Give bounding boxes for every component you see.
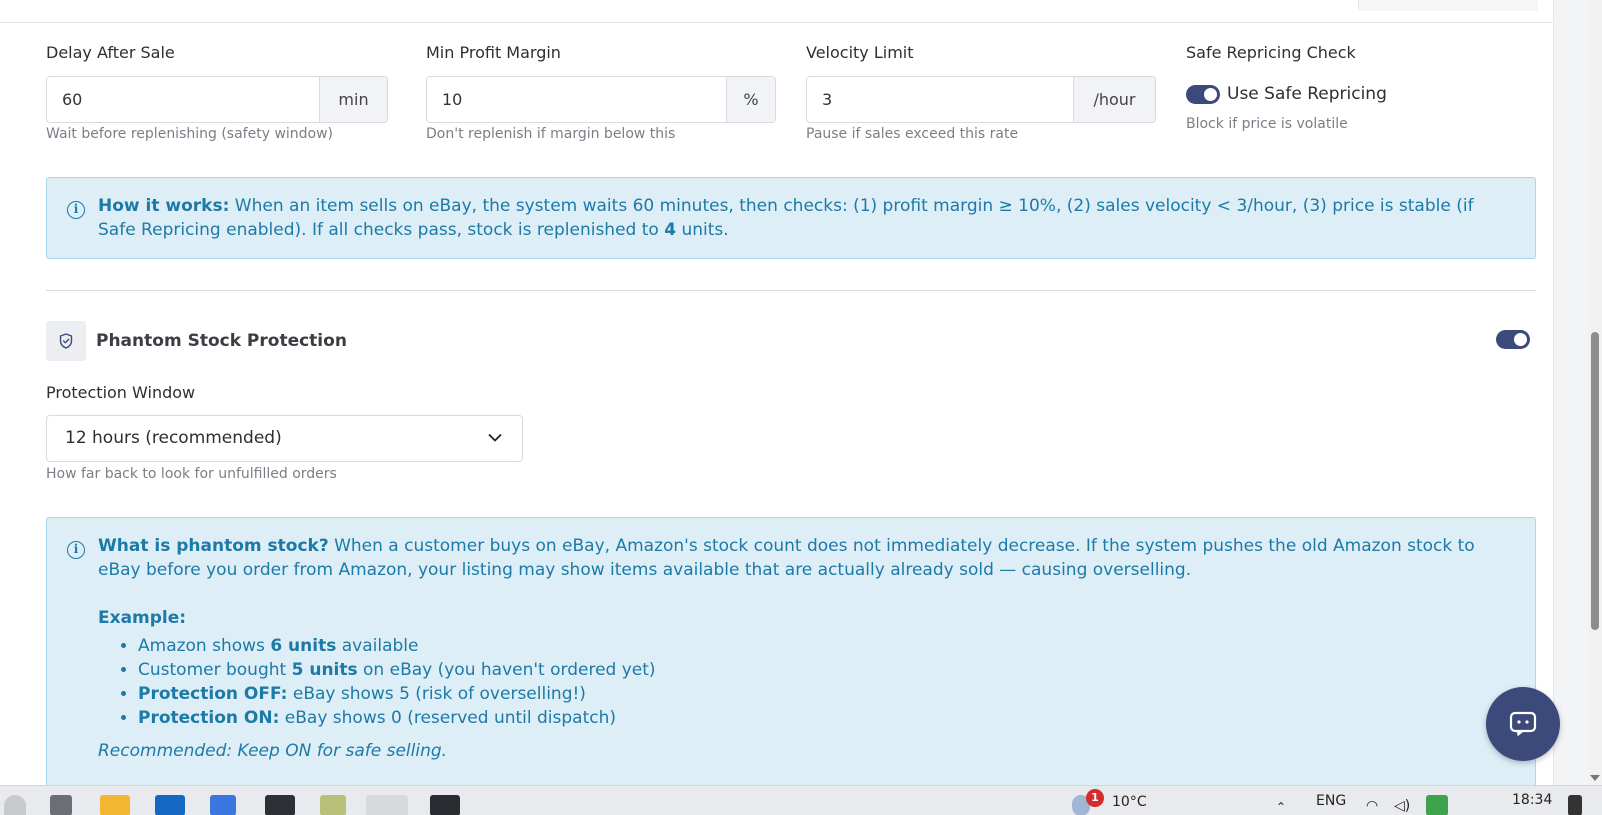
phantom-stock-title: Phantom Stock Protection	[96, 331, 347, 351]
velocity-limit-label: Velocity Limit	[806, 43, 914, 62]
example-item: Protection OFF: eBay shows 5 (risk of ov…	[138, 682, 1505, 706]
example-item-bold: 6 units	[270, 636, 337, 656]
example-list: Amazon shows 6 units available Customer …	[138, 634, 1505, 730]
example-item-pre: Customer bought	[138, 660, 292, 680]
margin-input-group: 10 %	[426, 76, 776, 123]
phantom-info-paragraph: What is phantom stock? When a customer b…	[98, 534, 1505, 582]
delay-help: Wait before replenishing (safety window)	[46, 126, 334, 142]
card-top-divider	[0, 0, 1553, 23]
clock-time[interactable]: 18:34	[1512, 792, 1552, 808]
file-explorer-icon[interactable]	[100, 795, 130, 815]
example-item: Amazon shows 6 units available	[138, 634, 1505, 658]
vscode-icon[interactable]	[210, 795, 236, 815]
how-it-works-text: How it works: When an item sells on eBay…	[98, 194, 1505, 242]
phantom-stock-info-alert: i What is phantom stock? When a customer…	[46, 517, 1536, 785]
how-it-works-body-b: units.	[676, 220, 729, 240]
delay-after-sale-label: Delay After Sale	[46, 43, 175, 62]
how-it-works-body-a: When an item sells on eBay, the system w…	[98, 196, 1474, 240]
delay-unit: min	[319, 77, 387, 122]
page-scrollbar[interactable]	[1588, 0, 1602, 785]
example-item-post: eBay shows 0 (reserved until dispatch)	[279, 708, 617, 728]
delay-input-group: 60 min	[46, 76, 388, 123]
scroll-down-arrow-icon[interactable]	[1590, 775, 1600, 781]
chat-bot-icon	[1509, 711, 1537, 736]
velocity-input[interactable]: 3	[807, 77, 1073, 122]
phantom-info-content: What is phantom stock? When a customer b…	[98, 534, 1505, 763]
velocity-help: Pause if sales exceed this rate	[806, 126, 1019, 142]
chevron-down-icon	[488, 434, 502, 442]
how-it-works-alert: i How it works: When an item sells on eB…	[46, 177, 1536, 259]
example-item-post: available	[336, 636, 419, 656]
safe-repricing-toggle[interactable]	[1186, 84, 1220, 104]
delay-after-sale-field: Delay After Sale 60 min Wait before repl…	[46, 42, 388, 142]
safe-repricing-field: Safe Repricing Check Use Safe Repricing …	[1186, 42, 1526, 132]
example-item: Protection ON: eBay shows 0 (reserved un…	[138, 706, 1505, 730]
chat-button[interactable]	[1486, 687, 1560, 761]
shield-check-icon	[46, 321, 86, 361]
phantom-stock-toggle[interactable]	[1496, 330, 1530, 349]
search-icon[interactable]	[4, 795, 26, 815]
phantom-info-heading: What is phantom stock?	[98, 536, 329, 556]
replenish-units: 4	[664, 220, 677, 240]
protection-window-select[interactable]: 12 hours (recommended)	[46, 415, 523, 462]
language-indicator[interactable]: ENG	[1316, 793, 1346, 809]
scrollbar-thumb[interactable]	[1591, 332, 1599, 630]
settings-card: Delay After Sale 60 min Wait before repl…	[0, 0, 1554, 785]
margin-input[interactable]: 10	[427, 77, 726, 122]
safe-repricing-help: Block if price is volatile	[1186, 116, 1348, 132]
volume-icon[interactable]: ◁)	[1394, 798, 1410, 814]
margin-unit: %	[726, 77, 775, 122]
margin-help: Don't replenish if margin below this	[426, 126, 676, 142]
example-item-bold: 5 units	[291, 660, 358, 680]
task-view-icon[interactable]	[50, 795, 72, 815]
notepad-icon[interactable]	[320, 795, 346, 815]
safe-repricing-toggle-label[interactable]: Use Safe Repricing	[1227, 84, 1387, 104]
console-icon[interactable]	[430, 795, 460, 815]
example-item-post: eBay shows 5 (risk of overselling!)	[287, 684, 586, 704]
outlook-icon[interactable]	[155, 795, 185, 815]
velocity-limit-field: Velocity Limit 3 /hour Pause if sales ex…	[806, 42, 1156, 142]
battery-icon[interactable]	[1426, 795, 1448, 815]
chevron-up-icon[interactable]: ⌃	[1276, 800, 1286, 814]
weather-badge: 1	[1086, 789, 1104, 807]
min-profit-margin-label: Min Profit Margin	[426, 43, 561, 62]
info-icon: i	[67, 541, 85, 559]
example-item: Customer bought 5 units on eBay (you hav…	[138, 658, 1505, 682]
top-tab-remnant	[1358, 0, 1538, 11]
toggle-knob	[1204, 87, 1217, 101]
chrome-icon[interactable]	[366, 795, 408, 815]
min-profit-margin-field: Min Profit Margin 10 % Don't replenish i…	[426, 42, 776, 142]
example-item-bold: Protection OFF:	[138, 684, 288, 704]
example-item-pre: Amazon shows	[138, 636, 271, 656]
how-it-works-heading: How it works:	[98, 196, 230, 216]
wifi-icon[interactable]: ◠	[1366, 798, 1378, 814]
safe-repricing-label: Safe Repricing Check	[1186, 43, 1356, 62]
toggle-knob	[1514, 333, 1527, 346]
info-icon: i	[67, 201, 85, 219]
example-item-post: on eBay (you haven't ordered yet)	[357, 660, 656, 680]
example-label: Example:	[98, 608, 187, 628]
protection-window-value: 12 hours (recommended)	[65, 428, 282, 448]
velocity-unit: /hour	[1073, 77, 1155, 122]
protection-window-label: Protection Window	[46, 383, 196, 402]
terminal-icon[interactable]	[265, 795, 295, 815]
temperature-text[interactable]: 10°C	[1112, 794, 1147, 810]
section-divider	[46, 290, 1536, 291]
example-item-bold: Protection ON:	[138, 708, 280, 728]
protection-window-help: How far back to look for unfulfilled ord…	[46, 466, 337, 482]
recommendation-text: Recommended: Keep ON for safe selling.	[98, 741, 448, 761]
notification-icon[interactable]	[1568, 795, 1582, 815]
delay-input[interactable]: 60	[47, 77, 319, 122]
phantom-stock-header: Phantom Stock Protection	[46, 321, 347, 361]
safe-repricing-row: Use Safe Repricing	[1186, 84, 1387, 104]
os-taskbar: 1 10°C ⌃ ENG ◠ ◁) 18:34	[0, 785, 1602, 815]
velocity-input-group: 3 /hour	[806, 76, 1156, 123]
